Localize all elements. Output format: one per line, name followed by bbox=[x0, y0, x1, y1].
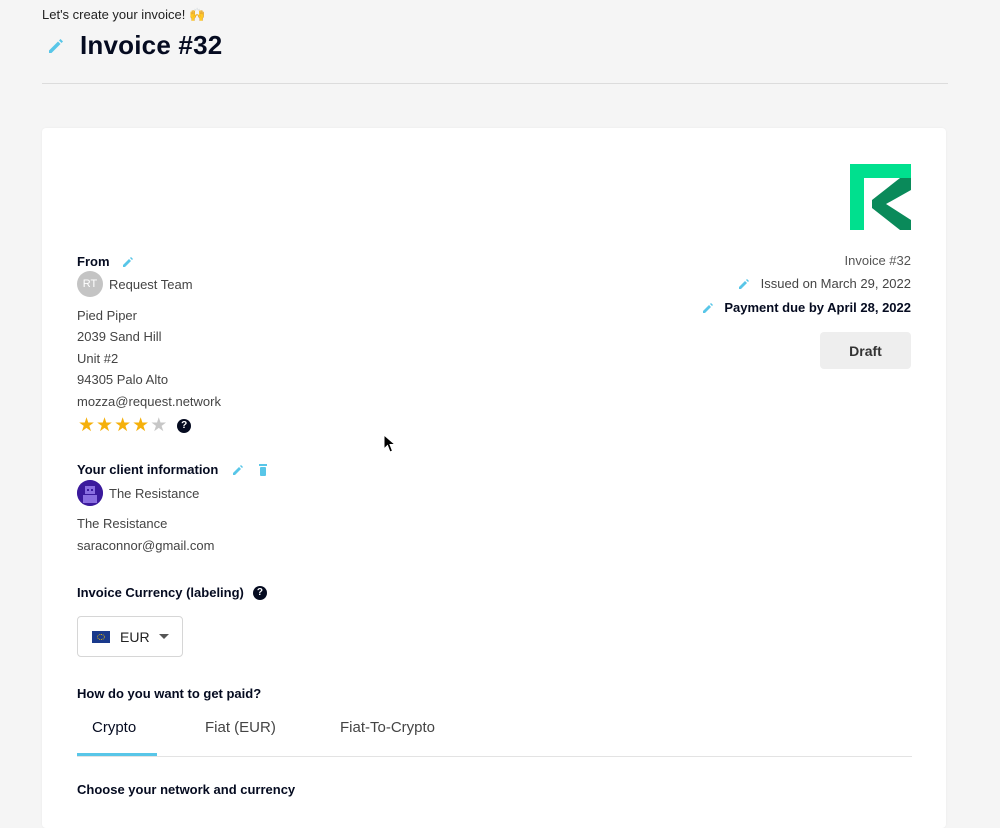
star-empty-icon: ★ bbox=[150, 414, 168, 436]
page-greeting: Let's create your invoice! 🙌 bbox=[42, 7, 205, 23]
eu-flag-icon bbox=[92, 630, 110, 643]
tab-fiat-eur[interactable]: Fiat (EUR) bbox=[205, 719, 276, 736]
due-row: Payment due by April 28, 2022 bbox=[702, 300, 911, 315]
payment-question: How do you want to get paid? bbox=[77, 686, 262, 701]
mouse-pointer-icon bbox=[383, 434, 397, 453]
sender-street: 2039 Sand Hill bbox=[77, 329, 162, 344]
active-tab-indicator bbox=[77, 753, 157, 756]
network-currency-label: Choose your network and currency bbox=[77, 782, 296, 797]
sender-unit: Unit #2 bbox=[77, 351, 119, 366]
raised-hands-emoji: 🙌 bbox=[189, 8, 206, 23]
currency-select[interactable]: EUR bbox=[77, 616, 183, 657]
status-badge: Draft bbox=[820, 332, 911, 369]
sender-row: RT Request Team bbox=[77, 271, 193, 297]
edit-from-pencil-icon[interactable] bbox=[122, 256, 134, 268]
client-company: The Resistance bbox=[77, 516, 168, 531]
payment-tabs: Crypto Fiat (EUR) Fiat-To-Crypto bbox=[77, 708, 912, 757]
client-name: The Resistance bbox=[109, 485, 200, 501]
edit-client-pencil-icon[interactable] bbox=[232, 464, 244, 476]
star-icon: ★ bbox=[132, 414, 150, 436]
sender-name: Request Team bbox=[109, 276, 193, 292]
from-label: From bbox=[77, 254, 110, 269]
currency-header: Invoice Currency (labeling) ? bbox=[77, 585, 267, 600]
rating-help-icon[interactable]: ? bbox=[177, 418, 192, 433]
tab-crypto[interactable]: Crypto bbox=[92, 719, 136, 736]
currency-help-icon[interactable]: ? bbox=[252, 585, 267, 600]
sender-avatar: RT bbox=[77, 271, 103, 297]
edit-due-date-pencil-icon[interactable] bbox=[702, 302, 714, 314]
sender-company: Pied Piper bbox=[77, 308, 137, 323]
sender-city: 94305 Palo Alto bbox=[77, 372, 169, 387]
chevron-down-icon bbox=[158, 634, 169, 639]
client-row: The Resistance bbox=[77, 480, 199, 506]
due-date: Payment due by April 28, 2022 bbox=[724, 300, 911, 315]
from-header: From bbox=[77, 254, 134, 269]
invoice-card: From RT Request Team Pied Piper 2039 San… bbox=[42, 128, 946, 828]
client-avatar bbox=[77, 480, 103, 506]
client-info-label: Your client information bbox=[77, 462, 219, 477]
page-title: Invoice #32 bbox=[80, 30, 223, 60]
issued-row: Issued on March 29, 2022 bbox=[738, 276, 911, 291]
star-icon: ★ bbox=[114, 414, 132, 436]
sender-email: mozza@request.network bbox=[77, 394, 221, 409]
request-logo bbox=[850, 164, 911, 230]
star-icon: ★ bbox=[78, 414, 96, 436]
title-divider bbox=[42, 83, 948, 84]
invoice-number: Invoice #32 bbox=[844, 253, 912, 268]
client-email: saraconnor@gmail.com bbox=[77, 538, 215, 553]
tab-fiat-to-crypto[interactable]: Fiat-To-Crypto bbox=[340, 719, 435, 736]
edit-issue-date-pencil-icon[interactable] bbox=[738, 278, 750, 290]
currency-label: Invoice Currency (labeling) bbox=[77, 585, 244, 600]
greeting-text: Let's create your invoice! bbox=[42, 7, 186, 22]
currency-selected-value: EUR bbox=[120, 628, 150, 645]
client-header: Your client information bbox=[77, 462, 268, 477]
issued-date: Issued on March 29, 2022 bbox=[760, 276, 911, 291]
star-icon: ★ bbox=[96, 414, 114, 436]
delete-client-trash-icon[interactable] bbox=[258, 463, 268, 476]
edit-title-pencil-icon[interactable] bbox=[46, 36, 66, 56]
sender-rating: ★ ★ ★ ★ ★ ? bbox=[78, 414, 192, 436]
page-title-row: Invoice #32 bbox=[46, 30, 222, 61]
